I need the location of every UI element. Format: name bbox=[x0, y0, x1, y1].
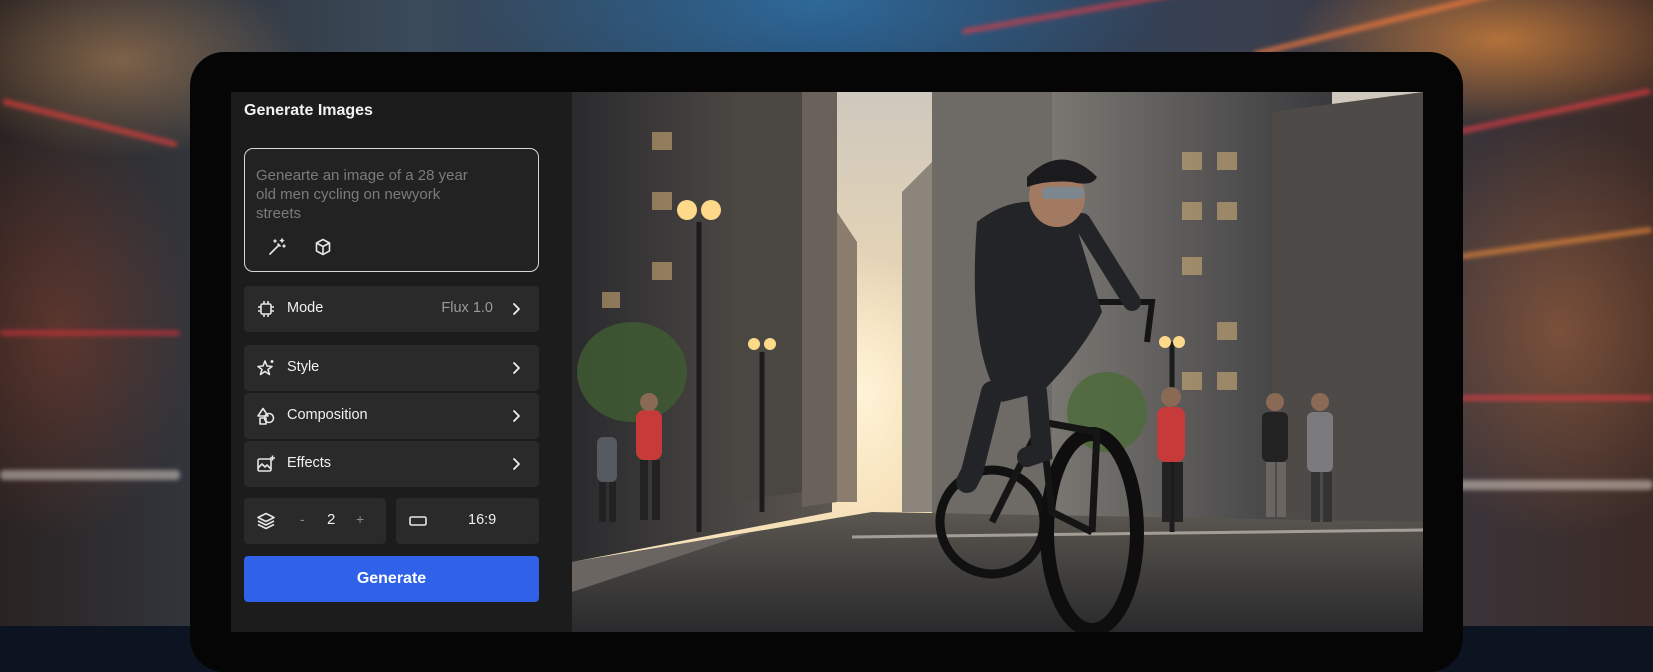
aspect-ratio-value: 16:9 bbox=[468, 512, 497, 528]
mode-label: Mode bbox=[287, 300, 324, 316]
generate-panel: Generate Images Genearte an image of a 2… bbox=[231, 92, 572, 632]
panel-title: Generate Images bbox=[244, 102, 373, 119]
composition-row[interactable]: Composition bbox=[244, 393, 539, 439]
app-screen: Generate Images Genearte an image of a 2… bbox=[231, 92, 1423, 632]
cube-icon[interactable] bbox=[313, 237, 333, 257]
chip-icon bbox=[258, 301, 274, 317]
style-row[interactable]: Style bbox=[244, 345, 539, 391]
chevron-right-icon bbox=[513, 303, 520, 315]
generate-button[interactable]: Generate bbox=[244, 556, 539, 602]
aspect-ratio-selector[interactable]: 16:9 bbox=[396, 498, 539, 544]
image-count-value: 2 bbox=[327, 511, 336, 528]
decrement-button[interactable]: - bbox=[300, 511, 305, 527]
chevron-right-icon bbox=[513, 362, 520, 374]
mode-value: Flux 1.0 bbox=[441, 300, 493, 316]
layers-icon bbox=[257, 512, 275, 530]
effects-row[interactable]: Effects bbox=[244, 441, 539, 487]
composition-label: Composition bbox=[287, 407, 368, 423]
effects-label: Effects bbox=[287, 455, 332, 471]
magic-wand-icon[interactable] bbox=[267, 237, 287, 257]
chevron-right-icon bbox=[513, 458, 520, 470]
chevron-right-icon bbox=[513, 410, 520, 422]
shapes-icon bbox=[257, 407, 275, 425]
sparkle-star-icon bbox=[257, 360, 274, 376]
mode-row[interactable]: Mode Flux 1.0 bbox=[244, 286, 539, 332]
increment-button[interactable]: + bbox=[356, 511, 364, 527]
image-sparkle-icon bbox=[257, 455, 275, 472]
generated-image-preview bbox=[572, 92, 1423, 632]
image-count-stepper[interactable]: - 2 + bbox=[244, 498, 386, 544]
prompt-input[interactable]: Genearte an image of a 28 year old men c… bbox=[244, 148, 539, 272]
aspect-ratio-icon bbox=[409, 516, 427, 526]
style-label: Style bbox=[287, 359, 320, 375]
prompt-text[interactable]: Genearte an image of a 28 year old men c… bbox=[256, 166, 486, 223]
